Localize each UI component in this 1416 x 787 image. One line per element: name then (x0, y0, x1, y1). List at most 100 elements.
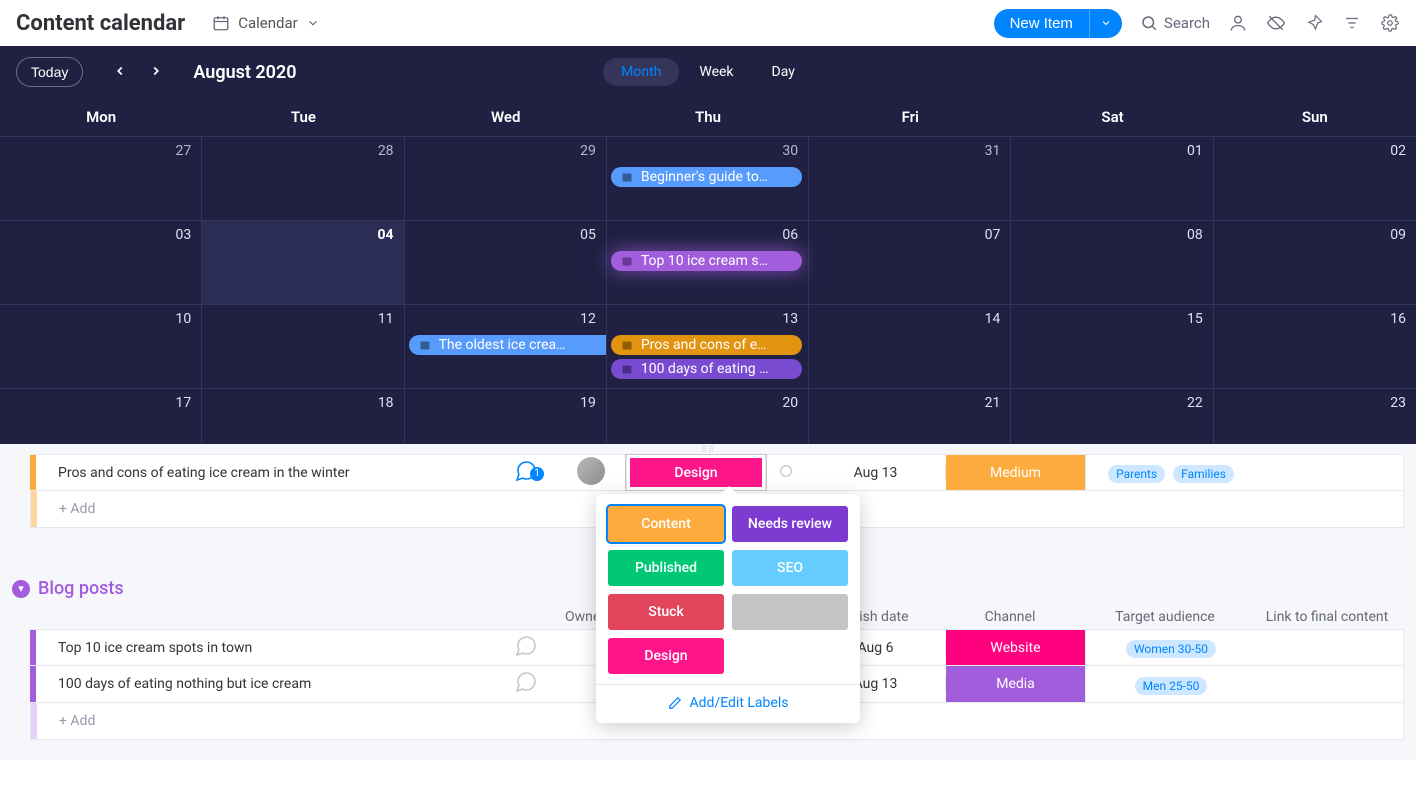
channel-cell[interactable]: Website (946, 630, 1086, 665)
resize-handle[interactable]: ⠿⠿ (0, 444, 1416, 454)
status-option-seo[interactable]: SEO (732, 550, 848, 586)
calendar-small-icon (621, 171, 633, 183)
calendar-grid: 27 28 29 30 Beginner's guide to… 31 01 0… (0, 136, 1416, 444)
view-switch-label: Calendar (238, 14, 298, 32)
calendar-cell-today[interactable]: 04 (202, 220, 404, 304)
status-cell[interactable]: Design (626, 455, 766, 490)
priority-cell[interactable]: Medium (946, 455, 1086, 490)
col-channel[interactable]: Channel (940, 609, 1080, 625)
calendar-cell[interactable]: 31 (809, 136, 1011, 220)
item-name-cell[interactable]: Pros and cons of eating ice cream in the… (36, 465, 496, 481)
view-switch-dropdown[interactable]: Calendar (203, 9, 329, 37)
settings-icon[interactable] (1380, 13, 1400, 33)
calendar-cell[interactable]: 14 (809, 304, 1011, 388)
status-option-design[interactable]: Design (608, 638, 724, 674)
calendar-event[interactable]: Pros and cons of e… (611, 335, 802, 355)
calendar-view: Today August 2020 Month Week Day Mon Tue… (0, 46, 1416, 444)
calendar-cell[interactable]: 06 Top 10 ice cream s… (607, 220, 809, 304)
status-picker-popup: Content Needs review Published SEO Stuck… (596, 494, 860, 723)
dow-thu: Thu (607, 98, 809, 136)
calendar-cell[interactable]: 18 (202, 388, 404, 444)
tag[interactable]: Parents (1108, 465, 1165, 483)
calendar-cell[interactable]: 30 Beginner's guide to… (607, 136, 809, 220)
item-name-cell[interactable]: Top 10 ice cream spots in town (36, 640, 496, 656)
view-month-pill[interactable]: Month (603, 58, 679, 86)
calendar-small-icon (419, 339, 431, 351)
col-target-audience[interactable]: Target audience (1080, 609, 1250, 625)
calendar-cell[interactable]: 03 (0, 220, 202, 304)
calendar-cell[interactable]: 08 (1011, 220, 1213, 304)
calendar-event[interactable]: Top 10 ice cream s… (611, 251, 802, 271)
audience-cell[interactable]: Men 25-50 (1086, 675, 1256, 694)
audience-tag: Women 30-50 (1126, 640, 1216, 658)
chat-button[interactable] (496, 670, 556, 698)
today-button[interactable]: Today (16, 57, 83, 87)
board-title[interactable]: Content calendar (16, 11, 185, 36)
tag[interactable]: Families (1173, 465, 1234, 483)
chat-button[interactable] (496, 634, 556, 662)
next-month-button[interactable] (143, 57, 169, 88)
calendar-cell[interactable]: 15 (1011, 304, 1213, 388)
calendar-cell[interactable]: 12 The oldest ice crea… (405, 304, 607, 388)
row-color-bar (31, 491, 37, 527)
pin-icon[interactable] (1304, 13, 1324, 33)
add-item-label: + Add (37, 713, 95, 729)
calendar-cell[interactable]: 21 (809, 388, 1011, 444)
tags-cell[interactable]: Parents Families (1086, 463, 1256, 482)
edit-labels-button[interactable]: Add/Edit Labels (608, 695, 848, 711)
status-option-needs-review[interactable]: Needs review (732, 506, 848, 542)
chat-button[interactable]: 1 (496, 459, 556, 487)
calendar-event[interactable]: 100 days of eating … (611, 359, 802, 379)
app-header: Content calendar Calendar New Item Searc… (0, 0, 1416, 46)
group-collapse-icon[interactable]: ▾ (12, 580, 30, 598)
calendar-cell[interactable]: 07 (809, 220, 1011, 304)
avatar (577, 457, 605, 485)
chat-icon (514, 634, 538, 658)
dow-mon: Mon (0, 98, 202, 136)
calendar-cell[interactable]: 13 Pros and cons of e… 100 days of eatin… (607, 304, 809, 388)
calendar-cell[interactable]: 28 (202, 136, 404, 220)
calendar-cell[interactable]: 17 (0, 388, 202, 444)
new-item-caret[interactable] (1089, 9, 1122, 38)
calendar-small-icon (621, 363, 633, 375)
status-option-stuck[interactable]: Stuck (608, 594, 724, 630)
channel-cell[interactable]: Media (946, 666, 1086, 702)
calendar-cell[interactable]: 27 (0, 136, 202, 220)
status-option-published[interactable]: Published (608, 550, 724, 586)
selected-item-row[interactable]: Pros and cons of eating ice cream in the… (30, 454, 1404, 491)
calendar-cell[interactable]: 01 (1011, 136, 1213, 220)
prev-month-button[interactable] (107, 57, 133, 88)
view-day-pill[interactable]: Day (754, 58, 813, 86)
date-cell[interactable]: Aug 13 (806, 465, 946, 481)
status-option-content[interactable]: Content (608, 506, 724, 542)
search-button[interactable]: Search (1140, 14, 1210, 32)
calendar-cell[interactable]: 23 (1214, 388, 1416, 444)
calendar-cell[interactable]: 05 (405, 220, 607, 304)
calendar-event[interactable]: Beginner's guide to… (611, 167, 802, 187)
calendar-cell[interactable]: 16 (1214, 304, 1416, 388)
search-label: Search (1164, 14, 1210, 32)
view-week-pill[interactable]: Week (681, 58, 751, 86)
calendar-cell[interactable]: 20 (607, 388, 809, 444)
calendar-cell[interactable]: 22 (1011, 388, 1213, 444)
calendar-cell[interactable]: 10 (0, 304, 202, 388)
col-link[interactable]: Link to final content (1250, 609, 1404, 625)
hide-columns-icon[interactable] (1266, 13, 1286, 33)
status-option-blank[interactable] (732, 594, 848, 630)
filter-icon[interactable] (1342, 13, 1362, 33)
calendar-cell[interactable]: 19 (405, 388, 607, 444)
person-filter-icon[interactable] (1228, 13, 1248, 33)
calendar-cell[interactable]: 02 (1214, 136, 1416, 220)
add-item-label: + Add (37, 501, 95, 517)
calendar-cell[interactable]: 29 (405, 136, 607, 220)
row-color-bar (31, 703, 37, 739)
audience-cell[interactable]: Women 30-50 (1086, 638, 1256, 657)
calendar-cell[interactable]: 09 (1214, 220, 1416, 304)
owner-cell[interactable] (556, 457, 626, 489)
new-item-button[interactable]: New Item (994, 9, 1089, 38)
status-indicator[interactable] (766, 463, 806, 483)
calendar-cell[interactable]: 11 (202, 304, 404, 388)
item-name-cell[interactable]: 100 days of eating nothing but ice cream (36, 676, 496, 692)
calendar-event[interactable]: The oldest ice crea… (409, 335, 606, 355)
group-name[interactable]: Blog posts (38, 578, 124, 599)
